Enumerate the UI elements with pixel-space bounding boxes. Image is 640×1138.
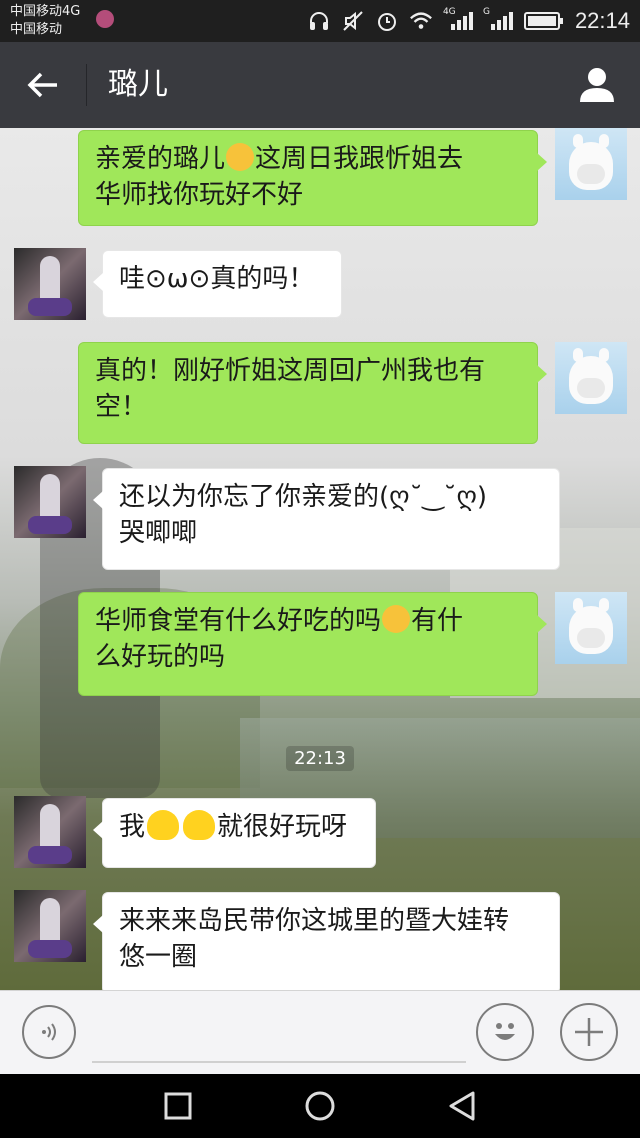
alarm-icon <box>375 9 399 33</box>
avatar-ear <box>573 598 583 612</box>
carrier-info: 中国移动4G 中国移动 <box>10 3 80 39</box>
network-label-g: G <box>482 7 490 17</box>
home-button[interactable] <box>300 1086 340 1126</box>
heart-eyes-emoji-icon <box>226 143 255 171</box>
status-icons: 4G G 22:14 <box>307 6 630 36</box>
message-input[interactable] <box>92 1011 466 1063</box>
more-button[interactable] <box>560 1003 618 1061</box>
avatar-snout <box>577 628 605 648</box>
chat-title: 璐儿 <box>108 67 168 102</box>
message-text: 华师找你玩好不好 <box>95 180 304 210</box>
message-text: 哭唧唧 <box>119 518 198 548</box>
avatar-dress <box>28 516 72 534</box>
message-text: 我 <box>119 812 146 842</box>
message-text: 华师食堂有什么好吃的吗 <box>95 606 382 636</box>
message-text: 空！ <box>95 392 148 422</box>
avatar-ear <box>599 598 609 612</box>
heart-eyes-emoji-icon <box>382 605 411 633</box>
message-text: 哇⊙ω⊙真的吗！ <box>119 264 315 294</box>
carrier-line-1: 中国移动4G <box>10 4 81 19</box>
message-bubble-sent[interactable]: 亲爱的璐儿 这周日我跟忻姐去 华师找你玩好不好 <box>78 130 547 226</box>
avatar-ear <box>599 348 609 362</box>
chat-header: 璐儿 <box>0 42 640 128</box>
signal-4g-icon: 4G <box>442 7 473 33</box>
message-text: 还以为你忘了你亲爱的(ღ˘‿˘ღ) <box>119 482 488 512</box>
avatar-ear <box>599 134 609 148</box>
mute-icon <box>341 9 365 33</box>
message-text: 亲爱的璐儿 <box>95 144 226 174</box>
triangle-back-icon <box>449 1091 475 1121</box>
header-divider <box>86 64 87 106</box>
clock: 22:14 <box>574 8 630 33</box>
recent-apps-button[interactable] <box>158 1086 198 1126</box>
circle-icon <box>305 1091 335 1121</box>
message-bubble-received[interactable]: 哇⊙ω⊙真的吗！ <box>93 250 342 318</box>
message-list[interactable]: 亲爱的璐儿 这周日我跟忻姐去 华师找你玩好不好 哇⊙ω⊙真的吗！ 真的！刚好忻姐这… <box>0 128 640 990</box>
avatar-snout <box>577 164 605 184</box>
avatar-ear <box>573 134 583 148</box>
plus-icon <box>575 1018 603 1046</box>
message-text: 悠一圈 <box>119 942 198 972</box>
avatar-snout <box>577 378 605 398</box>
message-bubble-received[interactable]: 我 就很好玩呀 <box>93 798 376 868</box>
voice-icon <box>42 1023 56 1041</box>
avatar-dress <box>28 298 72 316</box>
friend-avatar[interactable] <box>14 466 86 538</box>
my-avatar[interactable] <box>555 592 627 664</box>
app-notification-icon <box>96 10 114 28</box>
person-icon <box>580 68 614 102</box>
headphones-icon <box>307 9 331 33</box>
avatar-dress <box>28 940 72 958</box>
system-nav-bar <box>0 1074 640 1138</box>
emoji-button[interactable] <box>476 1003 534 1061</box>
avatar-ear <box>573 348 583 362</box>
message-bubble-received[interactable]: 还以为你忘了你亲爱的(ღ˘‿˘ღ) 哭唧唧 <box>93 468 560 570</box>
message-bubble-received[interactable]: 来来来岛民带你这城里的暨大娃转 悠一圈 <box>93 892 560 990</box>
back-button[interactable] <box>18 60 68 110</box>
input-bar <box>0 990 640 1075</box>
message-bubble-sent[interactable]: 华师食堂有什么好吃的吗 有什 么好玩的吗 <box>78 592 547 696</box>
wifi-icon <box>409 9 433 33</box>
message-text: 就很好玩呀 <box>217 812 348 842</box>
arrow-left-icon <box>27 72 57 98</box>
message-timestamp: 22:13 <box>0 746 640 771</box>
carrier-line-2: 中国移动 <box>10 22 63 37</box>
timestamp-text: 22:13 <box>286 746 354 771</box>
back-nav-button[interactable] <box>442 1086 482 1126</box>
my-avatar[interactable] <box>555 128 627 200</box>
chick-emoji-icon <box>147 810 180 840</box>
message-text: 这周日我跟忻姐去 <box>255 144 464 174</box>
friend-avatar[interactable] <box>14 248 86 320</box>
message-text: 么好玩的吗 <box>95 642 226 672</box>
friend-avatar[interactable] <box>14 890 86 962</box>
network-label-4g: 4G <box>442 7 456 17</box>
my-avatar[interactable] <box>555 342 627 414</box>
status-bar: 中国移动4G 中国移动 4G G 22:14 <box>0 0 640 42</box>
friend-avatar[interactable] <box>14 796 86 868</box>
signal-g-icon: G <box>482 7 513 33</box>
square-icon <box>164 1092 192 1120</box>
message-text: 有什 <box>411 606 464 636</box>
message-bubble-sent[interactable]: 真的！刚好忻姐这周回广州我也有 空！ <box>78 342 547 444</box>
message-text: 真的！刚好忻姐这周回广州我也有 <box>95 356 486 386</box>
message-text: 来来来岛民带你这城里的暨大娃转 <box>119 906 510 936</box>
chick-emoji-icon <box>183 810 216 840</box>
smiley-icon <box>495 1023 515 1040</box>
voice-button[interactable] <box>22 1005 76 1059</box>
profile-button[interactable] <box>574 62 620 108</box>
battery-icon <box>523 9 565 33</box>
avatar-dress <box>28 846 72 864</box>
